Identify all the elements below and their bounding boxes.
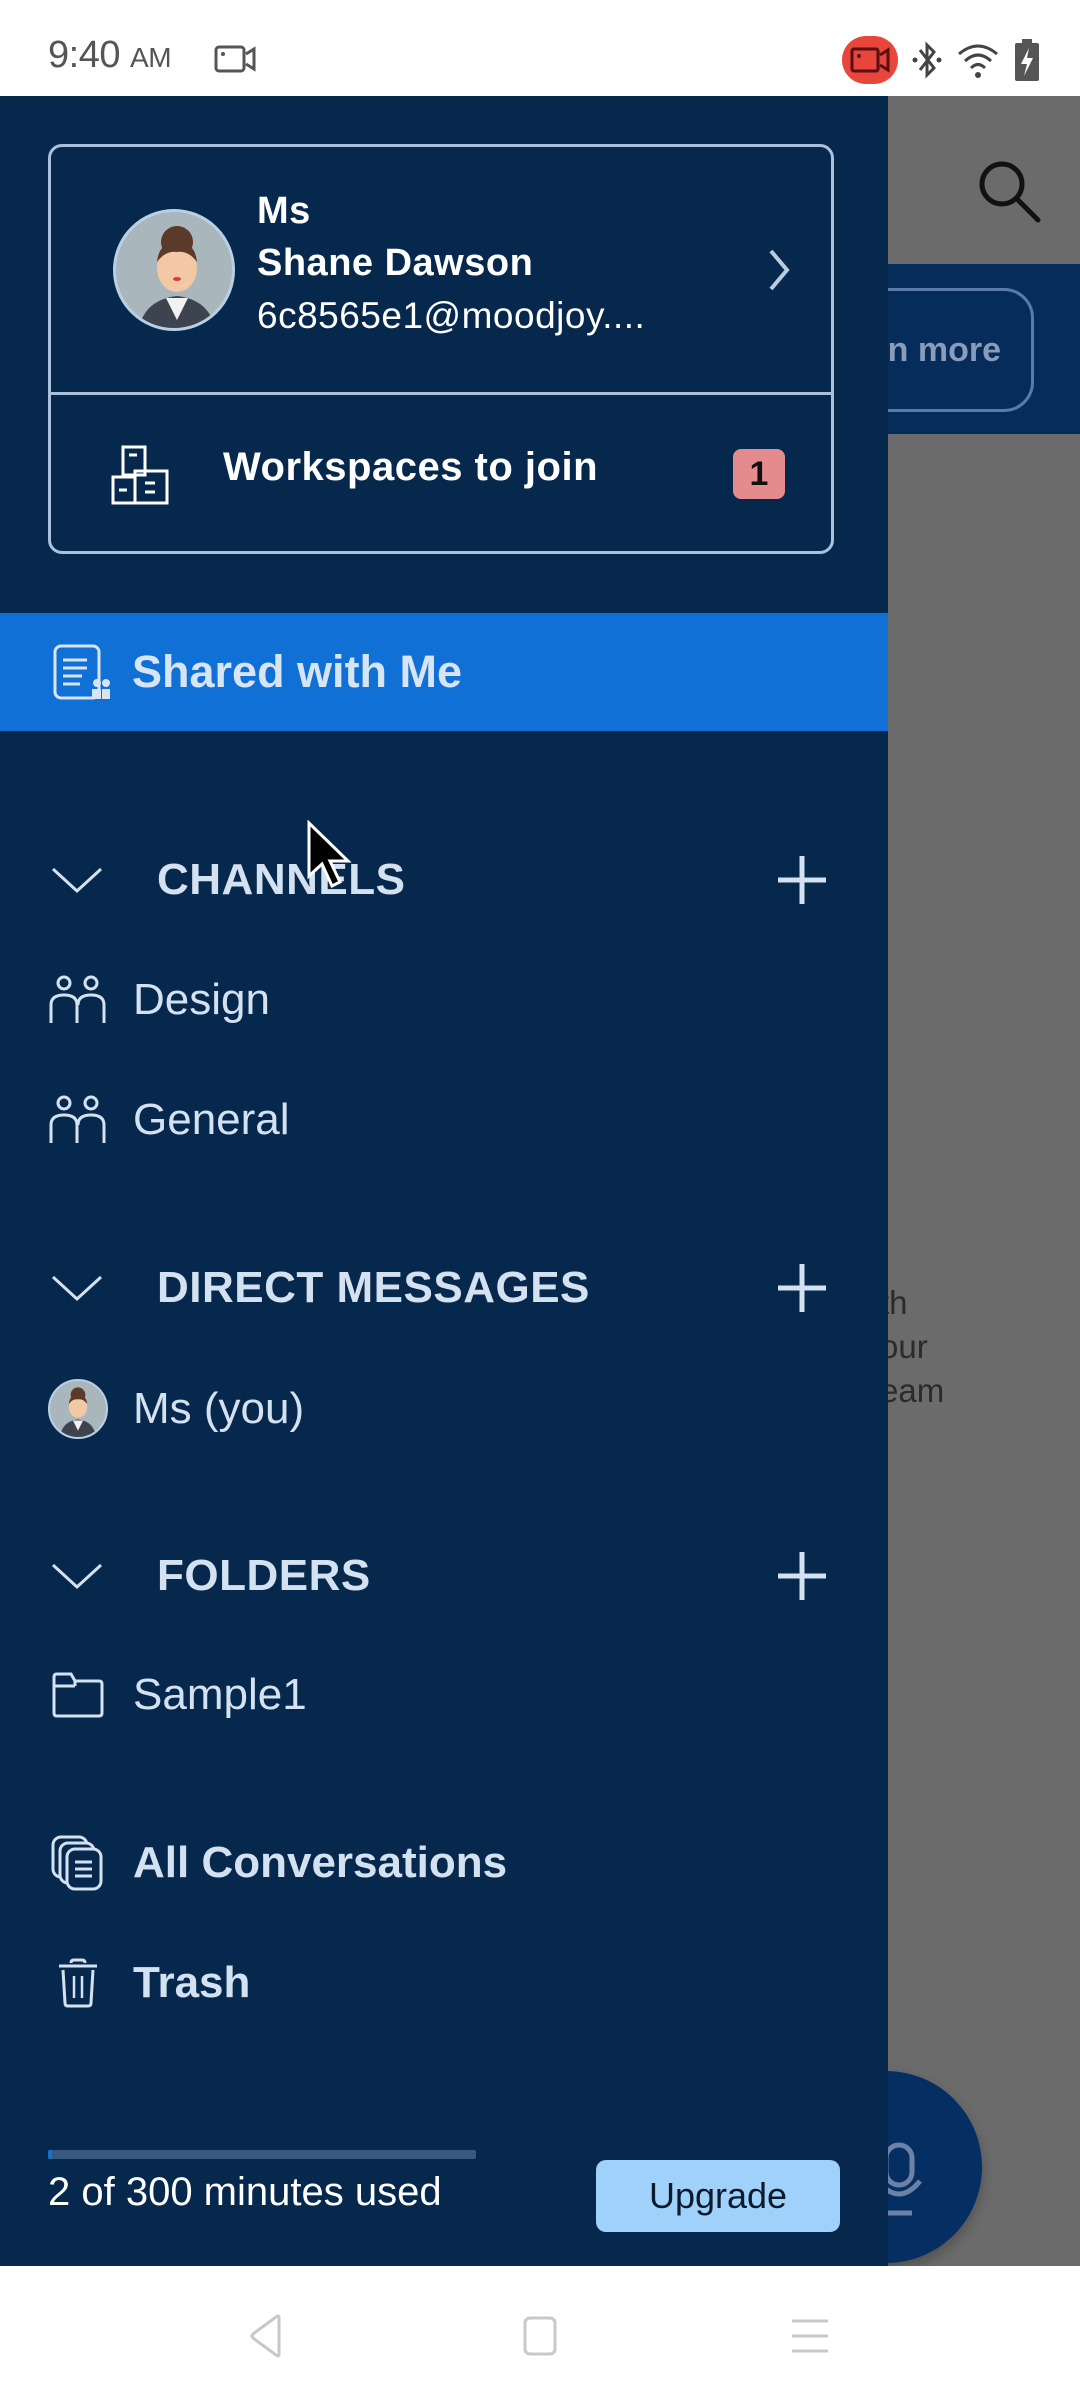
status-time: 9:40 AM [48,34,172,77]
workspaces-to-join-row[interactable]: Workspaces to join 1 [51,395,831,553]
status-bar: 9:40 AM [0,0,1080,96]
recents-button[interactable] [780,2306,840,2366]
screen: 9:40 AM n more th our eam Ms Shane Dawso… [0,0,1080,2400]
shared-with-me-item[interactable]: Shared with Me [0,613,888,731]
upgrade-button[interactable]: Upgrade [596,2160,840,2232]
dm-avatar-wrapper [48,1379,108,1439]
profile-email: 6c8565e1@moodjoy.... [257,295,646,336]
direct-message-item-self[interactable]: Ms (you) [0,1369,888,1449]
chevron-right-icon [769,249,790,291]
shared-document-icon [53,644,110,700]
direct-message-label: Ms (you) [133,1384,305,1433]
status-icons [842,36,1040,84]
folder-icon [48,1665,108,1725]
workspaces-icon [111,445,169,505]
all-conversations-label: All Conversations [133,1838,508,1887]
profile-card: Ms Shane Dawson 6c8565e1@moodjoy.... Wor… [48,144,834,554]
chevron-down-icon[interactable] [50,1561,104,1591]
workspaces-count-badge: 1 [733,449,785,499]
channel-label: Design [133,975,270,1024]
direct-messages-title: DIRECT MESSAGES [157,1263,590,1312]
channel-item-design[interactable]: Design [0,960,888,1040]
navigation-drawer: Ms Shane Dawson 6c8565e1@moodjoy.... Wor… [0,96,888,2266]
channels-section-header[interactable]: CHANNELS [0,840,888,920]
minutes-usage-text: 2 of 300 minutes used [48,2170,442,2214]
avatar [48,1379,108,1439]
folders-section-header[interactable]: FOLDERS [0,1536,888,1616]
bluetooth-icon [912,41,942,79]
channel-label: General [133,1095,290,1144]
minutes-usage-progress-bar [48,2150,476,2159]
profile-name: Shane Dawson [257,242,534,284]
menu-lines-icon [792,2319,828,2353]
trash-icon [48,1953,108,2013]
search-icon [979,161,1041,223]
battery-charging-icon [1015,39,1039,81]
profile-title: Ms [257,190,311,232]
shared-with-me-label: Shared with Me [132,646,463,697]
folder-item-sample1[interactable]: Sample1 [0,1655,888,1735]
back-triangle-icon [250,2314,281,2358]
system-navigation-bar [0,2266,1080,2400]
workspaces-label: Workspaces to join [223,445,599,489]
chevron-down-icon[interactable] [50,865,104,895]
camera-recording-icon [842,36,898,84]
folders-title: FOLDERS [157,1551,371,1600]
add-direct-message-plus-icon[interactable] [776,1262,828,1314]
minutes-usage-progress-fill [48,2150,53,2159]
trash-item[interactable]: Trash [0,1943,888,2023]
mouse-cursor-icon [307,820,352,889]
chevron-down-icon[interactable] [50,1273,104,1303]
all-conversations-item[interactable]: All Conversations [0,1823,888,1903]
people-icon [48,970,108,1030]
trash-label: Trash [133,1958,251,2007]
all-conversations-icon [48,1833,108,1893]
background-text-line: th [880,1284,908,1321]
background-text: th our eam [880,1281,944,1413]
home-button[interactable] [510,2306,570,2366]
people-icon [48,1090,108,1150]
profile-name-block: Ms Shane Dawson [257,185,533,289]
background-text-line: our [880,1328,928,1365]
avatar [113,209,235,331]
screen-record-icon [214,45,256,73]
background-text-line: eam [880,1372,945,1409]
wifi-icon [958,44,998,78]
microphone-icon [886,2142,922,2216]
home-square-icon [523,2316,557,2356]
status-time-value: 9:40 [48,34,120,76]
channel-item-general[interactable]: General [0,1080,888,1160]
add-folder-plus-icon[interactable] [776,1550,828,1602]
profile-row[interactable]: Ms Shane Dawson 6c8565e1@moodjoy.... [51,147,831,395]
folder-label: Sample1 [133,1670,307,1719]
back-button[interactable] [236,2306,296,2366]
channels-title: CHANNELS [157,855,406,904]
direct-messages-section-header[interactable]: DIRECT MESSAGES [0,1248,888,1328]
status-time-ampm: AM [130,42,172,73]
add-channel-plus-icon[interactable] [776,854,828,906]
